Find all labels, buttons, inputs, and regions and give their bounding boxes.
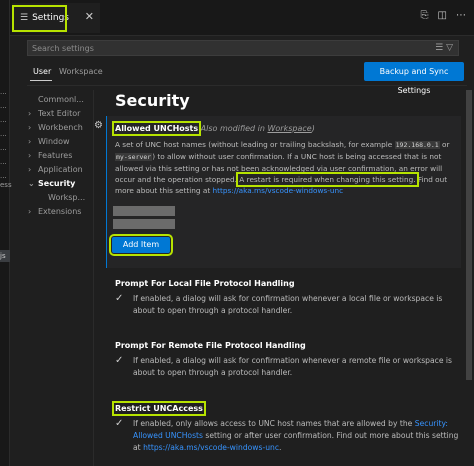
checkmark-icon[interactable]: ✓ [115, 418, 123, 429]
allowed-unc-title: Allowed UNCHosts [111, 121, 202, 136]
prompt-local-description: If enabled, a dialog will ask for confir… [133, 294, 443, 315]
restrict-unc-description: If enabled, only allows access to UNC ho… [133, 419, 459, 452]
split-editor-icon[interactable]: ◫ [438, 10, 447, 21]
chevron-right-icon: › [28, 151, 32, 160]
tab-user-underline [30, 80, 52, 81]
scrollbar[interactable] [466, 86, 472, 466]
chevron-right-icon: › [28, 207, 32, 216]
toc-item-window[interactable]: › Window [28, 137, 70, 146]
tab-highlight [12, 5, 67, 32]
divider [27, 85, 467, 86]
list-item[interactable] [113, 219, 175, 229]
toc-item-security[interactable]: ⌄ Security [28, 179, 75, 188]
setting-title: Prompt For Remote File Protocol Handling [115, 341, 306, 350]
explorer-item[interactable]: ... [0, 158, 7, 166]
explorer-strip: ... ... ... ... ... ... ... ess js [0, 0, 12, 466]
allowed-unc-description: A set of UNC host names (without leading… [115, 140, 450, 195]
backup-sync-button[interactable]: Backup and Sync Settings [364, 62, 464, 95]
toc-item-commonly-used[interactable]: Commonl... [28, 95, 84, 104]
divider [93, 90, 94, 466]
open-json-icon[interactable]: ⎘ [421, 10, 429, 21]
add-item-button[interactable]: Add Item [109, 234, 173, 256]
search-settings-input[interactable]: Search settings ☰ ▽ [27, 40, 459, 56]
explorer-item[interactable]: ess [0, 181, 12, 189]
more-actions-icon[interactable]: ⋯ [456, 10, 466, 21]
chevron-right-icon: › [28, 137, 32, 146]
scroll-thumb[interactable] [466, 90, 472, 380]
toc-item-application[interactable]: › Application [28, 165, 83, 174]
explorer-item[interactable]: ... [0, 116, 7, 124]
setting-title: Allowed UNCHosts Also modified in Worksp… [111, 121, 315, 136]
js-file-badge[interactable]: js [0, 250, 10, 262]
restrict-unc-title: Restrict UNCAccess [112, 401, 206, 416]
explorer-item[interactable]: ... [0, 88, 7, 96]
list-item[interactable] [113, 206, 175, 216]
tab-user[interactable]: User [33, 67, 51, 76]
chevron-right-icon: › [28, 165, 32, 174]
workspace-link[interactable]: Workspace [268, 124, 312, 133]
prompt-remote-description: If enabled, a dialog will ask for confir… [133, 356, 452, 377]
code-example: 192.168.0.1 [394, 141, 440, 149]
toc-item-workspace[interactable]: Worksp... [38, 193, 85, 202]
code-example: my-server [115, 153, 153, 161]
checkmark-icon[interactable]: ✓ [115, 293, 123, 304]
toc-item-workbench[interactable]: › Workbench [28, 123, 83, 132]
explorer-item[interactable]: ... [0, 144, 7, 152]
checkmark-icon[interactable]: ✓ [115, 355, 123, 366]
chevron-right-icon: › [28, 123, 32, 132]
section-title: Security [115, 91, 190, 110]
restart-note: A restart is required when changing this… [236, 172, 419, 187]
explorer-item[interactable]: ... [0, 172, 7, 180]
toc-item-features[interactable]: › Features [28, 151, 72, 160]
toc-item-text-editor[interactable]: › Text Editor [28, 109, 80, 118]
tab-workspace[interactable]: Workspace [59, 67, 103, 76]
also-modified-label: Also modified in Workspace) [200, 124, 315, 133]
chevron-right-icon: › [28, 109, 32, 118]
chevron-down-icon: ⌄ [28, 179, 35, 188]
gear-icon[interactable]: ⚙ [94, 120, 103, 131]
search-placeholder: Search settings [32, 44, 94, 53]
filter-icon[interactable]: ☰ ▽ [435, 43, 453, 53]
setting-title: Prompt For Local File Protocol Handling [115, 279, 295, 288]
setting-title: Restrict UNCAccess [112, 401, 206, 416]
close-icon[interactable]: ✕ [85, 10, 94, 23]
unc-docs-link[interactable]: https://aka.ms/vscode-windows-unc [213, 186, 344, 195]
explorer-item[interactable]: ... [0, 130, 7, 138]
explorer-item[interactable]: ... [0, 102, 7, 110]
toc-item-extensions[interactable]: › Extensions [28, 207, 81, 216]
unc-docs-link[interactable]: https://aka.ms/vscode-windows-unc [143, 443, 279, 452]
editor-tab-bar: ☰ Settings ✕ ⎘ ◫ ⋯ [10, 0, 474, 36]
